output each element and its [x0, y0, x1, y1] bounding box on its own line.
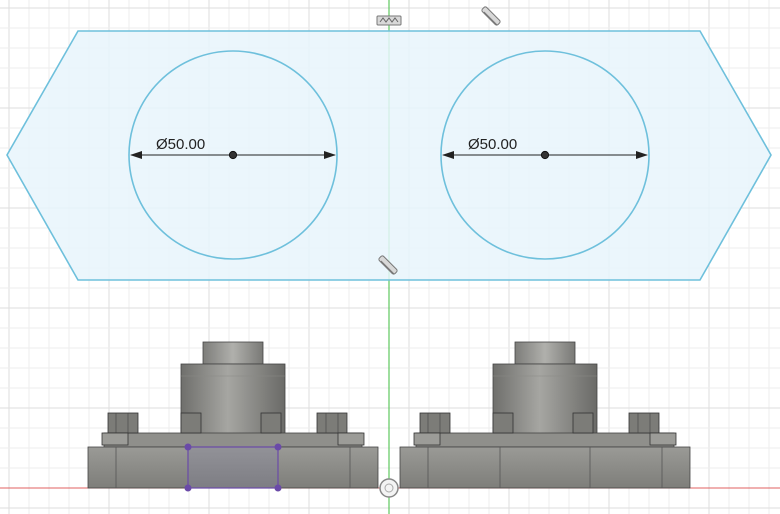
parallel-constraint-icon[interactable]: [481, 6, 501, 26]
circle-center-point-left[interactable]: [228, 150, 238, 160]
horizontal-vertical-constraint-icon[interactable]: [376, 15, 402, 26]
selected-face[interactable]: [184, 443, 282, 492]
diameter-label-right[interactable]: Ø50.00: [468, 136, 517, 153]
body-right[interactable]: [399, 341, 691, 489]
sketch-profile[interactable]: [6, 30, 772, 281]
origin-icon[interactable]: [379, 478, 399, 498]
circle-center-point-right[interactable]: [540, 150, 550, 160]
diameter-label-left[interactable]: Ø50.00: [156, 136, 205, 153]
design-canvas[interactable]: Ø50.00 Ø50.00: [0, 0, 780, 514]
